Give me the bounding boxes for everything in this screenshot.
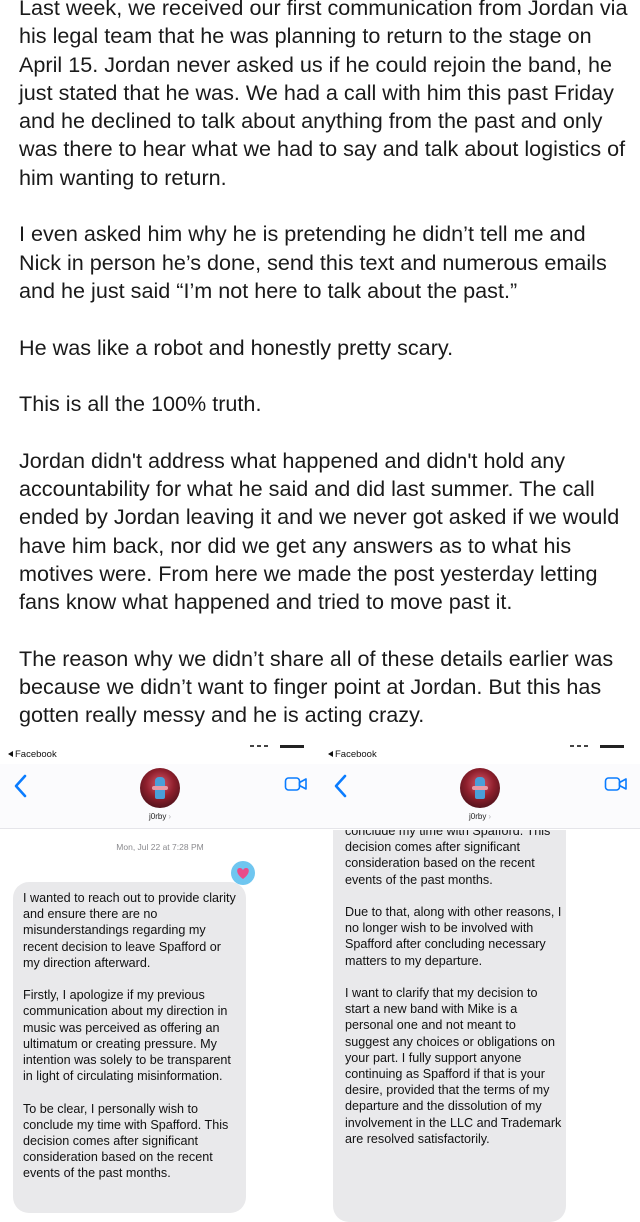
message-thread: Mon, Jul 22 at 7:28 PM I wanted to reach… <box>0 830 320 1222</box>
facebook-post: Last week, we received our first communi… <box>0 0 640 742</box>
back-app-label: Facebook <box>335 749 377 760</box>
message-timestamp: Mon, Jul 22 at 7:28 PM <box>116 842 204 852</box>
message-screenshots: Facebook j0rby › Mon, Jul 22 at 7:28 PM I… <box>0 742 640 1222</box>
avatar[interactable] <box>460 768 500 808</box>
status-bar: Facebook <box>0 742 320 764</box>
post-text: Last week, we received our first communi… <box>19 0 631 742</box>
back-to-app[interactable]: Facebook <box>8 749 57 760</box>
post-paragraph: This is all the 100% truth. <box>19 391 262 417</box>
chevron-right-icon: › <box>168 812 171 821</box>
post-paragraph: The reason why we didn’t share all of th… <box>19 645 614 728</box>
post-paragraph: He was like a robot and honestly pretty … <box>19 334 454 360</box>
contact-name[interactable]: j0rby › <box>0 812 320 821</box>
post-paragraph: I even asked him why he is pretending he… <box>19 221 607 303</box>
conversation-header: j0rby › <box>320 764 640 829</box>
message-text: I wanted to reach out to provide clarity… <box>23 891 236 1181</box>
back-app-label: Facebook <box>15 749 57 760</box>
chevron-left-icon[interactable] <box>10 772 32 800</box>
post-paragraph: Last week, we received our first communi… <box>19 0 628 190</box>
chevron-right-icon: › <box>488 812 491 821</box>
post-paragraph: Jordan didn't address what happened and … <box>19 447 620 615</box>
contact-name[interactable]: j0rby › <box>320 812 640 821</box>
video-camera-icon[interactable] <box>604 775 628 793</box>
message-thread: conclude my time with Spafford. This dec… <box>320 830 640 1222</box>
contact-name-label: j0rby <box>148 812 167 821</box>
back-triangle-icon <box>8 751 13 757</box>
back-to-app[interactable]: Facebook <box>328 749 377 760</box>
message-text: conclude my time with Spafford. This dec… <box>345 830 562 1146</box>
message-screenshot-left: Facebook j0rby › Mon, Jul 22 at 7:28 PM I… <box>0 742 320 1222</box>
message-screenshot-right: Facebook j0rby › conclude my time with Sp… <box>320 742 640 1222</box>
message-bubble[interactable]: I wanted to reach out to provide clarity… <box>13 882 246 1213</box>
chevron-left-icon[interactable] <box>330 772 352 800</box>
contact-name-label: j0rby <box>468 812 487 821</box>
message-bubble[interactable]: conclude my time with Spafford. This dec… <box>333 830 566 1222</box>
conversation-header: j0rby › <box>0 764 320 829</box>
avatar[interactable] <box>140 768 180 808</box>
status-icons <box>570 745 630 748</box>
status-bar: Facebook <box>320 742 640 764</box>
video-camera-icon[interactable] <box>284 775 308 793</box>
back-triangle-icon <box>328 751 333 757</box>
status-icons <box>250 745 310 748</box>
